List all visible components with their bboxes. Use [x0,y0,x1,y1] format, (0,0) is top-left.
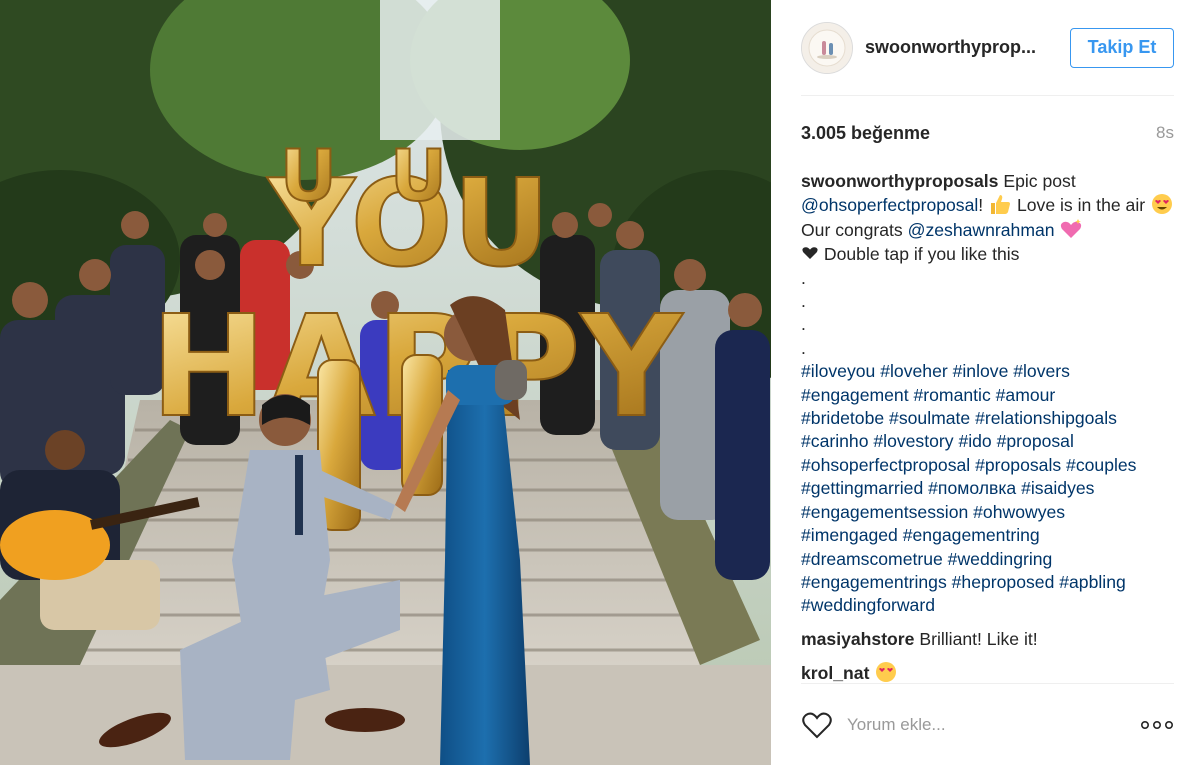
like-count[interactable]: 3.005 beğenme [801,123,930,144]
hashtag-line[interactable]: #carinho #lovestory #ido #proposal [801,430,1174,453]
instagram-post: YOU HAPPY U U [0,0,1200,765]
avatar[interactable] [801,21,853,74]
post-side-panel: swoonworthyprop... Takip Et 3.005 beğenm… [771,0,1200,765]
comment-text: Brilliant! Like it! [919,628,1038,649]
caption-dot: . [801,314,806,335]
caption-dot: . [801,337,806,358]
post-stats: 3.005 beğenme 8s [801,120,1174,146]
hashtag-line[interactable]: #bridetobe #soulmate #relationshipgoals [801,407,1174,430]
thumbs-up-icon [991,195,1011,215]
caption-dot: . [801,291,806,312]
sparkling-heart-icon [1061,218,1082,238]
heart-icon [802,247,818,260]
hashtag-line[interactable]: #engagement #romantic #amour [801,384,1174,407]
comment-list[interactable]: swoonworthyproposals Epic post @ohsoperf… [801,170,1174,682]
caption-text: Double tap if you like this [823,244,1020,265]
post-footer [801,683,1174,765]
username[interactable]: swoonworthyprop... [865,37,1043,58]
caption-username[interactable]: swoonworthyproposals [801,171,998,191]
comment-item: krol_nat [801,661,1174,682]
heart-eyes-icon [876,662,897,682]
post-time[interactable]: 8s [1156,123,1174,143]
caption-dot: . [801,267,806,288]
hashtag-line[interactable]: #weddingforward [801,594,1174,617]
comment-item: masiyahstore Brilliant! Like it! [801,628,1174,651]
mention-link[interactable]: @zeshawnrahman [908,220,1055,240]
hashtag-line[interactable]: #dreamscometrue #weddingring [801,548,1174,571]
mention-link[interactable]: @ohsoperfectproposal [801,195,978,215]
caption-text: Epic post [1003,171,1076,191]
caption-text: Our congrats [801,219,903,240]
follow-button[interactable]: Takip Et [1070,27,1174,68]
post-header: swoonworthyprop... Takip Et [801,0,1174,96]
avatar-image [802,22,852,73]
more-options-icon[interactable] [1140,715,1174,735]
caption-text: ! [978,195,984,216]
comment-username[interactable]: krol_nat [801,663,869,682]
hashtag-line[interactable]: #ohsoperfectproposal #proposals #couples [801,454,1174,477]
comment-input[interactable] [847,709,1097,740]
hashtag-line[interactable]: #gettingmarried #помолвка #isaidyes [801,477,1174,500]
balloon-u-small: U [280,135,337,217]
proposal-photo-illustration: YOU HAPPY U U [0,0,771,765]
hashtag-line[interactable]: #imengaged #engagementring [801,524,1174,547]
hashtag-line[interactable]: #iloveyou #loveher #inlove #lovers [801,360,1174,383]
balloon-u-small-2: U [390,135,447,217]
heart-eyes-icon [1151,194,1172,215]
hashtag-line[interactable]: #engagementsession #ohwowyes [801,501,1174,524]
caption-text: Love is in the air [1016,195,1146,216]
like-heart-icon[interactable] [801,711,833,739]
caption: swoonworthyproposals Epic post @ohsoperf… [801,170,1174,618]
comment-username[interactable]: masiyahstore [801,629,914,649]
hashtag-line[interactable]: #engagementrings #heproposed #apbling [801,571,1174,594]
post-photo[interactable]: YOU HAPPY U U [0,0,771,765]
